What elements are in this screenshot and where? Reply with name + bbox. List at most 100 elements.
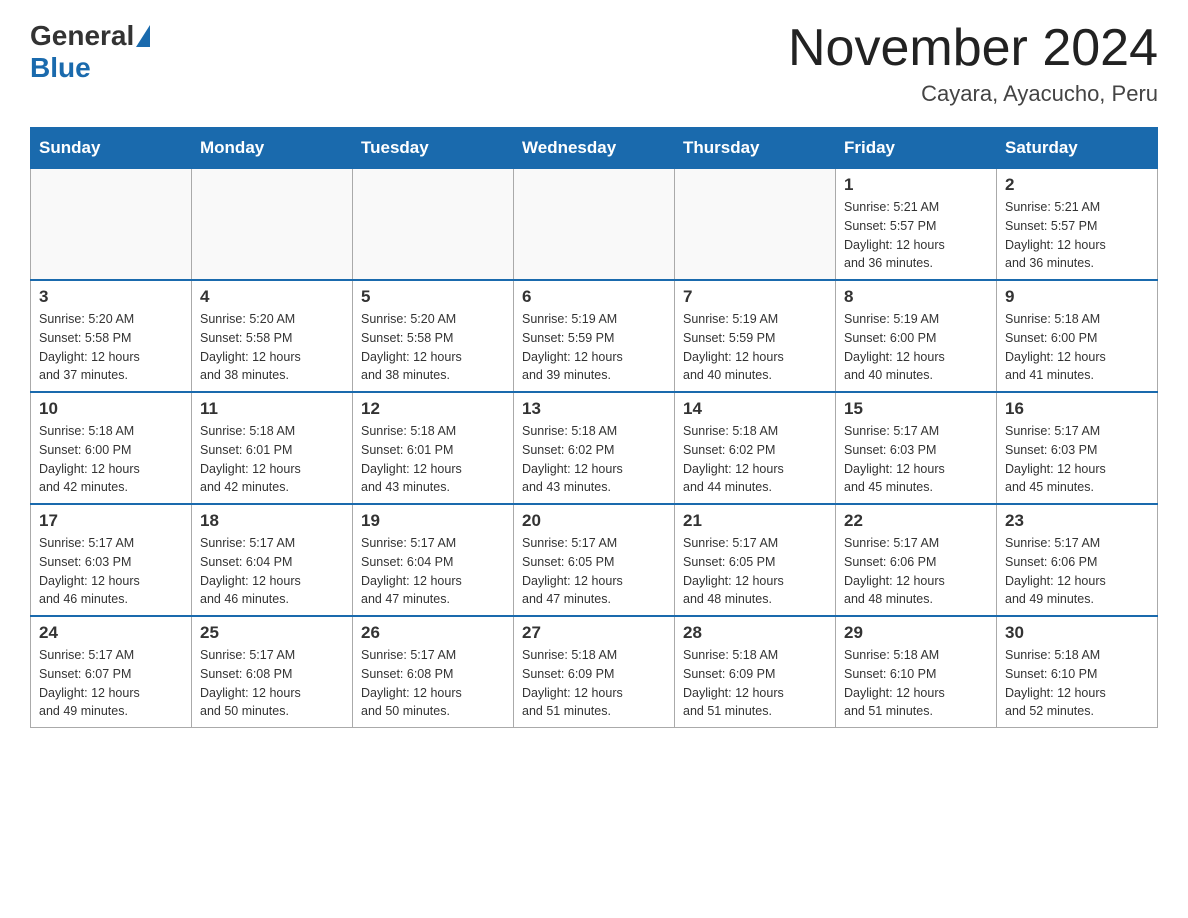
calendar-title-area: November 2024 Cayara, Ayacucho, Peru bbox=[788, 20, 1158, 107]
day-number: 12 bbox=[361, 399, 505, 419]
table-row bbox=[31, 169, 192, 281]
day-info: Sunrise: 5:17 AM Sunset: 6:04 PM Dayligh… bbox=[361, 534, 505, 609]
day-number: 10 bbox=[39, 399, 183, 419]
day-info: Sunrise: 5:18 AM Sunset: 6:09 PM Dayligh… bbox=[683, 646, 827, 721]
header-monday: Monday bbox=[192, 128, 353, 169]
calendar-week-row: 1 Sunrise: 5:21 AM Sunset: 5:57 PM Daylig… bbox=[31, 169, 1158, 281]
table-row: 19 Sunrise: 5:17 AM Sunset: 6:04 PM Dayli… bbox=[353, 504, 514, 616]
day-number: 23 bbox=[1005, 511, 1149, 531]
day-number: 2 bbox=[1005, 175, 1149, 195]
day-number: 22 bbox=[844, 511, 988, 531]
day-number: 17 bbox=[39, 511, 183, 531]
day-info: Sunrise: 5:21 AM Sunset: 5:57 PM Dayligh… bbox=[1005, 198, 1149, 273]
table-row: 21Sunrise: 5:17 AM Sunset: 6:05 PM Dayli… bbox=[675, 504, 836, 616]
table-row: 27Sunrise: 5:18 AM Sunset: 6:09 PM Dayli… bbox=[514, 616, 675, 728]
day-number: 6 bbox=[522, 287, 666, 307]
table-row: 15 Sunrise: 5:17 AM Sunset: 6:03 PM Dayli… bbox=[836, 392, 997, 504]
day-info: Sunrise: 5:21 AM Sunset: 5:57 PM Dayligh… bbox=[844, 198, 988, 273]
day-number: 24 bbox=[39, 623, 183, 643]
day-number: 14 bbox=[683, 399, 827, 419]
table-row: 18 Sunrise: 5:17 AM Sunset: 6:04 PM Dayli… bbox=[192, 504, 353, 616]
header-sunday: Sunday bbox=[31, 128, 192, 169]
day-info: Sunrise: 5:17 AM Sunset: 6:05 PM Dayligh… bbox=[522, 534, 666, 609]
header-friday: Friday bbox=[836, 128, 997, 169]
table-row: 29Sunrise: 5:18 AM Sunset: 6:10 PM Dayli… bbox=[836, 616, 997, 728]
page-header: General Blue November 2024 Cayara, Ayacu… bbox=[30, 20, 1158, 107]
calendar-header-row: Sunday Monday Tuesday Wednesday Thursday… bbox=[31, 128, 1158, 169]
day-info: Sunrise: 5:17 AM Sunset: 6:08 PM Dayligh… bbox=[200, 646, 344, 721]
day-info: Sunrise: 5:18 AM Sunset: 6:02 PM Dayligh… bbox=[683, 422, 827, 497]
table-row: 4 Sunrise: 5:20 AM Sunset: 5:58 PM Daylig… bbox=[192, 280, 353, 392]
calendar-subtitle: Cayara, Ayacucho, Peru bbox=[788, 81, 1158, 107]
header-tuesday: Tuesday bbox=[353, 128, 514, 169]
table-row: 13 Sunrise: 5:18 AM Sunset: 6:02 PM Dayli… bbox=[514, 392, 675, 504]
table-row: 6 Sunrise: 5:19 AM Sunset: 5:59 PM Daylig… bbox=[514, 280, 675, 392]
day-info: Sunrise: 5:19 AM Sunset: 5:59 PM Dayligh… bbox=[522, 310, 666, 385]
table-row: 8 Sunrise: 5:19 AM Sunset: 6:00 PM Daylig… bbox=[836, 280, 997, 392]
day-info: Sunrise: 5:17 AM Sunset: 6:04 PM Dayligh… bbox=[200, 534, 344, 609]
logo-general-text: General bbox=[30, 20, 134, 52]
table-row: 11 Sunrise: 5:18 AM Sunset: 6:01 PM Dayli… bbox=[192, 392, 353, 504]
table-row: 7 Sunrise: 5:19 AM Sunset: 5:59 PM Daylig… bbox=[675, 280, 836, 392]
day-number: 5 bbox=[361, 287, 505, 307]
day-info: Sunrise: 5:18 AM Sunset: 6:02 PM Dayligh… bbox=[522, 422, 666, 497]
calendar-week-row: 3 Sunrise: 5:20 AM Sunset: 5:58 PM Daylig… bbox=[31, 280, 1158, 392]
table-row bbox=[514, 169, 675, 281]
table-row bbox=[353, 169, 514, 281]
header-thursday: Thursday bbox=[675, 128, 836, 169]
logo-blue-text: Blue bbox=[30, 52, 91, 83]
day-info: Sunrise: 5:18 AM Sunset: 6:01 PM Dayligh… bbox=[361, 422, 505, 497]
day-number: 13 bbox=[522, 399, 666, 419]
day-number: 28 bbox=[683, 623, 827, 643]
day-info: Sunrise: 5:18 AM Sunset: 6:00 PM Dayligh… bbox=[1005, 310, 1149, 385]
table-row: 17 Sunrise: 5:17 AM Sunset: 6:03 PM Dayli… bbox=[31, 504, 192, 616]
day-number: 7 bbox=[683, 287, 827, 307]
day-number: 18 bbox=[200, 511, 344, 531]
table-row: 24 Sunrise: 5:17 AM Sunset: 6:07 PM Dayli… bbox=[31, 616, 192, 728]
day-number: 27 bbox=[522, 623, 666, 643]
day-number: 4 bbox=[200, 287, 344, 307]
table-row: 2 Sunrise: 5:21 AM Sunset: 5:57 PM Daylig… bbox=[997, 169, 1158, 281]
table-row: 10 Sunrise: 5:18 AM Sunset: 6:00 PM Dayli… bbox=[31, 392, 192, 504]
day-info: Sunrise: 5:17 AM Sunset: 6:03 PM Dayligh… bbox=[844, 422, 988, 497]
table-row bbox=[675, 169, 836, 281]
table-row: 12 Sunrise: 5:18 AM Sunset: 6:01 PM Dayli… bbox=[353, 392, 514, 504]
day-number: 26 bbox=[361, 623, 505, 643]
calendar-table: Sunday Monday Tuesday Wednesday Thursday… bbox=[30, 127, 1158, 728]
day-info: Sunrise: 5:20 AM Sunset: 5:58 PM Dayligh… bbox=[361, 310, 505, 385]
table-row: 16Sunrise: 5:17 AM Sunset: 6:03 PM Dayli… bbox=[997, 392, 1158, 504]
header-wednesday: Wednesday bbox=[514, 128, 675, 169]
day-number: 29 bbox=[844, 623, 988, 643]
table-row: 5 Sunrise: 5:20 AM Sunset: 5:58 PM Daylig… bbox=[353, 280, 514, 392]
day-number: 15 bbox=[844, 399, 988, 419]
day-number: 1 bbox=[844, 175, 988, 195]
day-info: Sunrise: 5:17 AM Sunset: 6:07 PM Dayligh… bbox=[39, 646, 183, 721]
day-info: Sunrise: 5:17 AM Sunset: 6:06 PM Dayligh… bbox=[844, 534, 988, 609]
calendar-title: November 2024 bbox=[788, 20, 1158, 77]
day-info: Sunrise: 5:18 AM Sunset: 6:10 PM Dayligh… bbox=[1005, 646, 1149, 721]
table-row: 1 Sunrise: 5:21 AM Sunset: 5:57 PM Daylig… bbox=[836, 169, 997, 281]
day-info: Sunrise: 5:18 AM Sunset: 6:00 PM Dayligh… bbox=[39, 422, 183, 497]
day-info: Sunrise: 5:20 AM Sunset: 5:58 PM Dayligh… bbox=[39, 310, 183, 385]
day-info: Sunrise: 5:19 AM Sunset: 5:59 PM Dayligh… bbox=[683, 310, 827, 385]
day-info: Sunrise: 5:20 AM Sunset: 5:58 PM Dayligh… bbox=[200, 310, 344, 385]
day-info: Sunrise: 5:17 AM Sunset: 6:03 PM Dayligh… bbox=[39, 534, 183, 609]
day-number: 3 bbox=[39, 287, 183, 307]
calendar-week-row: 24 Sunrise: 5:17 AM Sunset: 6:07 PM Dayli… bbox=[31, 616, 1158, 728]
table-row: 3 Sunrise: 5:20 AM Sunset: 5:58 PM Daylig… bbox=[31, 280, 192, 392]
day-number: 30 bbox=[1005, 623, 1149, 643]
table-row: 28 Sunrise: 5:18 AM Sunset: 6:09 PM Dayli… bbox=[675, 616, 836, 728]
day-number: 21 bbox=[683, 511, 827, 531]
day-number: 11 bbox=[200, 399, 344, 419]
day-number: 8 bbox=[844, 287, 988, 307]
logo-triangle-icon bbox=[136, 25, 150, 47]
day-info: Sunrise: 5:19 AM Sunset: 6:00 PM Dayligh… bbox=[844, 310, 988, 385]
table-row bbox=[192, 169, 353, 281]
calendar-week-row: 17 Sunrise: 5:17 AM Sunset: 6:03 PM Dayli… bbox=[31, 504, 1158, 616]
day-number: 19 bbox=[361, 511, 505, 531]
header-saturday: Saturday bbox=[997, 128, 1158, 169]
table-row: 26Sunrise: 5:17 AM Sunset: 6:08 PM Dayli… bbox=[353, 616, 514, 728]
table-row: 14 Sunrise: 5:18 AM Sunset: 6:02 PM Dayli… bbox=[675, 392, 836, 504]
day-info: Sunrise: 5:18 AM Sunset: 6:01 PM Dayligh… bbox=[200, 422, 344, 497]
table-row: 23Sunrise: 5:17 AM Sunset: 6:06 PM Dayli… bbox=[997, 504, 1158, 616]
